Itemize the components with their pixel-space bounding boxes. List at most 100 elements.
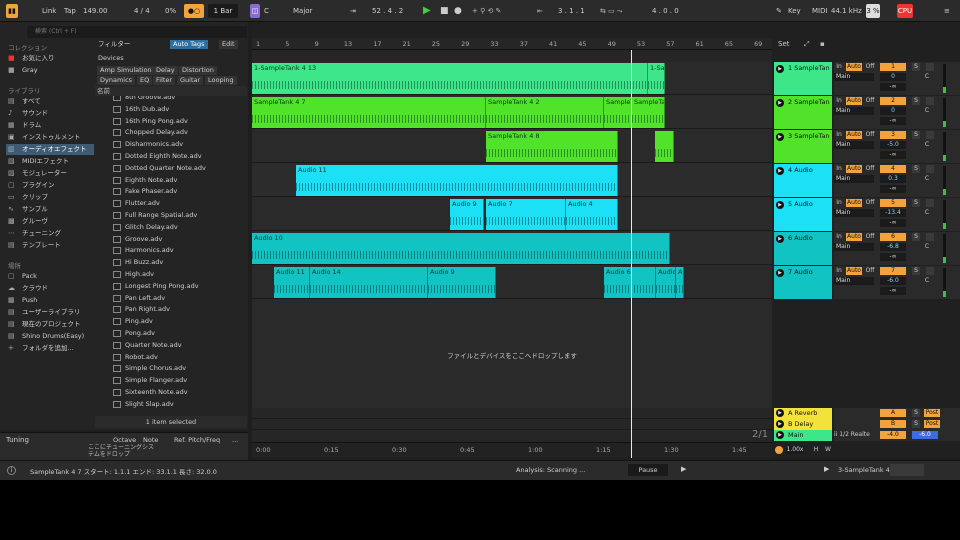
track-play-icon[interactable]: ▶: [776, 65, 784, 73]
file-item[interactable]: Longest Ping Pong.adv: [113, 281, 199, 292]
beat-ruler[interactable]: 1 5 9 13 17 21 25 29 33 37 41 45 49 53 57 61 65 69: [252, 38, 772, 50]
input-select[interactable]: Main: [834, 141, 874, 149]
filter-tag[interactable]: Dynamics: [97, 76, 136, 85]
off-button[interactable]: Off: [864, 97, 876, 105]
place-item[interactable]: ▤ 現在のプロジェクト: [6, 319, 94, 330]
clip[interactable]: 1-Sam: [648, 63, 665, 94]
return-letter[interactable]: A: [880, 409, 906, 417]
clip[interactable]: Audio 7: [486, 199, 566, 230]
return-lane-a[interactable]: [252, 408, 772, 419]
auto-button[interactable]: Auto: [846, 97, 862, 105]
place-item[interactable]: + フォルダを追加...: [6, 343, 94, 354]
file-item[interactable]: Dotted Quarter Note.adv: [113, 163, 206, 174]
key-root-select[interactable]: C: [264, 4, 269, 18]
edit-button[interactable]: Edit: [219, 40, 238, 49]
auto-button[interactable]: Auto: [846, 63, 862, 71]
browser-search-input[interactable]: 検索 (Ctrl + F): [27, 26, 247, 38]
pan-field[interactable]: C: [922, 277, 932, 285]
scale-mode-icon[interactable]: ◫: [250, 4, 260, 18]
file-item[interactable]: Pong.adv: [113, 328, 155, 339]
file-item[interactable]: Quarter Note.adv: [113, 340, 182, 351]
library-item[interactable]: ∿ サンプル: [6, 204, 94, 215]
solo-button[interactable]: S: [912, 199, 920, 207]
track-name[interactable]: 1 SampleTan ▶: [774, 62, 832, 95]
locator-lane[interactable]: [252, 50, 772, 62]
arm-button[interactable]: [926, 199, 934, 207]
volume-field[interactable]: 0: [880, 107, 906, 115]
track-number[interactable]: 7: [880, 267, 906, 275]
stop-icon[interactable]: ■: [440, 4, 449, 18]
track-lane[interactable]: Audio 11 Audio 14 Audio 9 Audio 6 AudioAu: [252, 266, 772, 299]
track-lane[interactable]: Audio 9 Audio 7 Audio 4: [252, 198, 772, 231]
file-item[interactable]: Pan Left.adv: [113, 293, 165, 304]
clip[interactable]: Audio 11: [274, 267, 310, 298]
record-arm-icon[interactable]: [775, 446, 783, 454]
track-name[interactable]: 7 Audio ▶: [774, 266, 832, 299]
library-item[interactable]: ▩ グルーヴ: [6, 216, 94, 227]
file-item[interactable]: Glitch Delay.adv: [113, 222, 178, 233]
pause-button[interactable]: Pause: [628, 464, 668, 476]
clip[interactable]: Audio 14: [310, 267, 428, 298]
input-select[interactable]: Main: [834, 209, 874, 217]
input-select[interactable]: Main: [834, 277, 874, 285]
link-button[interactable]: Link: [42, 4, 56, 18]
off-button[interactable]: Off: [864, 267, 876, 275]
main-volume[interactable]: -4.0: [880, 431, 906, 439]
auto-button[interactable]: Auto: [846, 199, 862, 207]
return-play-icon[interactable]: ▶: [776, 431, 784, 439]
overdub-icon[interactable]: + ⚲ ⟲ ✎: [472, 4, 501, 18]
clip[interactable]: SampleTa: [604, 97, 632, 128]
collection-item[interactable]: ■ お気に入り: [6, 53, 94, 64]
tap-button[interactable]: Tap: [64, 4, 76, 18]
cpu-label[interactable]: CPU: [897, 4, 913, 18]
in-button[interactable]: In: [834, 165, 844, 173]
off-button[interactable]: Off: [864, 63, 876, 71]
file-item[interactable]: Slight Slap.adv: [113, 399, 174, 410]
in-button[interactable]: In: [834, 131, 844, 139]
clip[interactable]: Audio 4: [566, 199, 618, 230]
in-button[interactable]: In: [834, 97, 844, 105]
library-item[interactable]: ▤ テンプレート: [6, 240, 94, 251]
resize-icon[interactable]: ⤢: [804, 40, 810, 49]
input-select[interactable]: Main: [834, 243, 874, 251]
play-icon[interactable]: ▶: [824, 465, 829, 473]
volume-field[interactable]: -5.0: [880, 141, 906, 149]
solo-button[interactable]: S: [912, 63, 920, 71]
clip[interactable]: Audio 9: [450, 199, 484, 230]
pan-field[interactable]: C: [922, 175, 932, 183]
volume-field[interactable]: 0: [880, 73, 906, 81]
arm-button[interactable]: [926, 267, 934, 275]
auto-button[interactable]: Auto: [846, 267, 862, 275]
tempo-field[interactable]: 149.00: [83, 4, 108, 18]
post-button[interactable]: Post: [924, 420, 940, 428]
ableton-logo-icon[interactable]: ▮▮: [6, 4, 18, 18]
in-button[interactable]: In: [834, 63, 844, 71]
clip[interactable]: Audio: [656, 267, 676, 298]
filter-tag[interactable]: Guitar: [177, 76, 204, 85]
file-item[interactable]: Pan Right.adv: [113, 304, 170, 315]
loop-switch-icon[interactable]: ⇤: [537, 4, 543, 18]
solo-button[interactable]: S: [912, 409, 920, 417]
filter-label[interactable]: フィルター: [95, 40, 133, 49]
track-number[interactable]: 2: [880, 97, 906, 105]
solo-button[interactable]: S: [912, 267, 920, 275]
library-item[interactable]: ▣ インストゥルメント: [6, 132, 94, 143]
time-signature[interactable]: 4 / 4: [134, 4, 150, 18]
track-lane[interactable]: Audio 11: [252, 164, 772, 197]
file-item[interactable]: 16th Ping Pong.adv: [113, 116, 188, 127]
file-item[interactable]: High.adv: [113, 269, 154, 280]
file-item[interactable]: 16th Dub.adv: [113, 104, 169, 115]
place-item[interactable]: ▦ Push: [6, 295, 94, 306]
post-button[interactable]: Post: [924, 409, 940, 417]
track-play-icon[interactable]: ▶: [776, 167, 784, 175]
draw-mode-icon[interactable]: ✎: [776, 4, 782, 18]
filter-tag[interactable]: Distortion: [179, 66, 217, 75]
file-item[interactable]: Full Range Spatial.adv: [113, 210, 197, 221]
arm-button[interactable]: [926, 131, 934, 139]
return-letter[interactable]: B: [880, 420, 906, 428]
time-ruler[interactable]: 0:00 0:15 0:30 0:45 1:00 1:15 1:30 1:45: [252, 442, 772, 458]
track-name[interactable]: 5 Audio ▶: [774, 198, 832, 231]
clip[interactable]: SampleTank 4 2: [486, 97, 604, 128]
filter-tag[interactable]: Looping: [205, 76, 237, 85]
track-number[interactable]: 6: [880, 233, 906, 241]
